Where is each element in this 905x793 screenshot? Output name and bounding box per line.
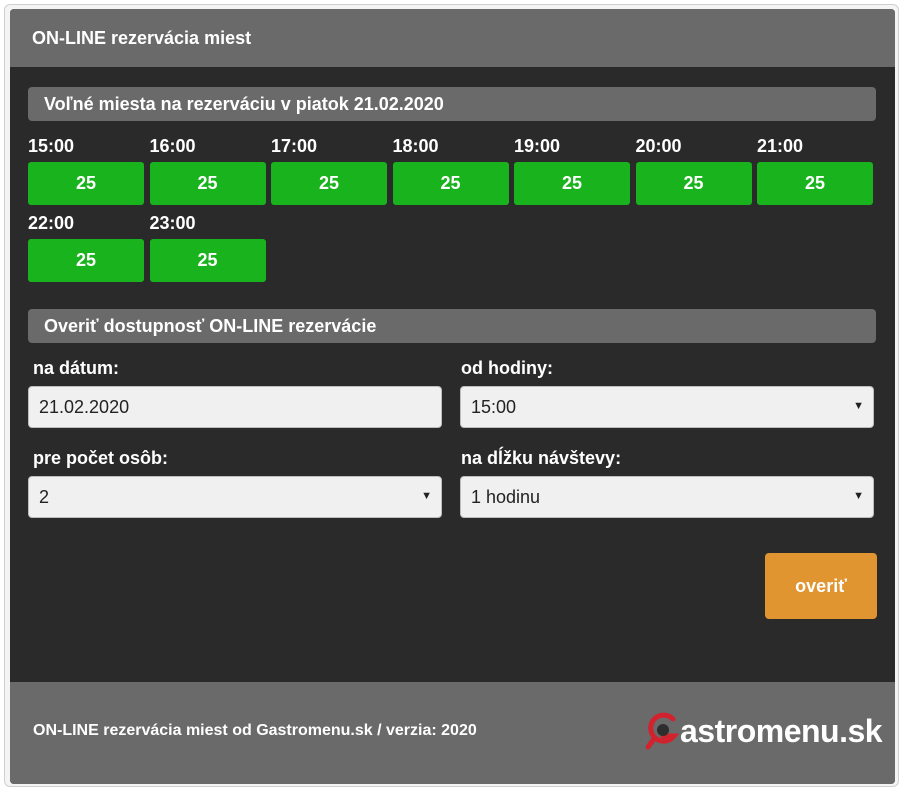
persons-label: pre počet osôb: [33,448,169,468]
time-select[interactable]: 15:00 ▼ [460,386,874,428]
duration-label: na dĺžku návštevy: [461,448,622,468]
slot-time: 19:00 [514,136,561,156]
slot-availability-button[interactable]: 25 [149,162,266,205]
dropdown-arrow-icon: ▼ [853,400,864,412]
logo-text: astromenu.sk [680,713,883,749]
date-input[interactable]: 21.02.2020 [28,386,442,428]
slot-availability-button[interactable]: 25 [149,239,266,282]
duration-select[interactable]: 1 hodinu ▼ [460,476,874,518]
slot-availability-button[interactable]: 25 [635,162,752,205]
time-slot: 15:00 25 [28,136,144,205]
slot-availability-button[interactable]: 25 [392,162,509,205]
panel-title: ON-LINE rezervácia miest [10,9,895,67]
time-slot: 22:00 25 [28,213,144,282]
time-select-value: 15:00 [471,396,517,417]
availability-heading: Voľné miesta na rezerváciu v piatok 21.0… [28,87,876,121]
panel-body: Voľné miesta na rezerváciu v piatok 21.0… [10,67,895,682]
slot-time: 21:00 [757,136,804,156]
duration-select-value: 1 hodinu [471,486,541,507]
slot-time: 15:00 [28,136,75,156]
check-availability-heading: Overiť dostupnosť ON-LINE rezervácie [28,309,876,343]
time-slot: 19:00 25 [514,136,630,205]
slot-time: 18:00 [392,136,439,156]
time-slots: 15:00 25 16:00 25 17:00 25 18:00 25 19:0… [28,136,888,290]
slot-availability-button[interactable]: 25 [514,162,630,205]
time-slot: 20:00 25 [635,136,752,205]
footer: ON-LINE rezervácia miest od Gastromenu.s… [10,682,895,784]
slot-time: 16:00 [149,136,196,156]
slot-availability-button[interactable]: 25 [28,162,144,205]
slot-availability-button[interactable]: 25 [28,239,144,282]
dropdown-arrow-icon: ▼ [853,490,864,502]
footer-text: ON-LINE rezervácia miest od Gastromenu.s… [33,722,477,739]
verify-button[interactable]: overiť [765,553,877,619]
persons-select[interactable]: 2 ▼ [28,476,442,518]
time-slot: 23:00 25 [149,213,266,282]
dropdown-arrow-icon: ▼ [421,490,432,502]
slot-time: 22:00 [28,213,75,233]
time-slot: 17:00 25 [271,136,387,205]
time-slot: 16:00 25 [149,136,266,205]
persons-select-value: 2 [39,486,50,507]
slot-time: 17:00 [271,136,318,156]
slot-availability-button[interactable]: 25 [271,162,387,205]
slot-time: 20:00 [635,136,682,156]
reservation-panel: ON-LINE rezervácia miest Voľné miesta na… [10,9,895,784]
time-label: od hodiny: [461,358,553,378]
slot-availability-button[interactable]: 25 [757,162,873,205]
time-slot: 21:00 25 [757,136,873,205]
gastromenu-logo[interactable]: astromenu.sk [645,706,883,756]
date-value: 21.02.2020 [39,396,130,417]
slot-time: 23:00 [149,213,196,233]
gastromenu-search-g-icon [645,709,680,753]
date-label: na dátum: [33,358,120,378]
time-slot: 18:00 25 [392,136,509,205]
